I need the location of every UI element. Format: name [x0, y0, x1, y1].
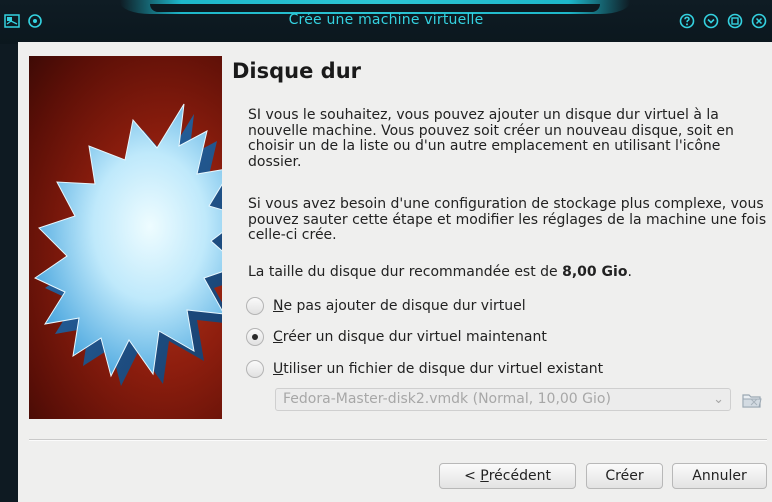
- recommended-size-text: La taille du disque dur recommandée est …: [248, 264, 632, 280]
- radio-label: Ne pas ajouter de disque dur virtuel: [273, 298, 526, 314]
- advanced-paragraph: Si vous avez besoin d'une configuration …: [248, 196, 767, 244]
- minimize-icon[interactable]: [703, 13, 719, 29]
- radio-label: Créer un disque dur virtuel maintenant: [273, 329, 547, 345]
- previous-button[interactable]: < Précédent: [439, 463, 576, 489]
- radio-label: Utiliser un fichier de disque dur virtue…: [273, 361, 604, 377]
- radio-button[interactable]: [246, 360, 264, 378]
- maximize-icon[interactable]: [727, 13, 743, 29]
- separator: [29, 439, 767, 441]
- chevron-down-icon: ⌄: [713, 392, 724, 407]
- radio-button[interactable]: [246, 297, 264, 315]
- wizard-dialog: Disque dur SI vous le souhaitez, vous po…: [0, 42, 772, 502]
- radio-use-existing[interactable]: Utiliser un fichier de disque dur virtue…: [246, 358, 603, 380]
- existing-disk-select[interactable]: Fedora-Master-disk2.vmdk (Normal, 10,00 …: [275, 388, 731, 411]
- radio-no-disk[interactable]: Ne pas ajouter de disque dur virtuel: [246, 295, 526, 317]
- page-heading: Disque dur: [232, 59, 362, 83]
- star-burst-image: [33, 103, 222, 386]
- title-bar: Crée une machine virtuelle: [0, 0, 772, 44]
- choose-disk-folder-button[interactable]: [741, 390, 763, 410]
- create-button[interactable]: Créer: [586, 463, 663, 489]
- cancel-button[interactable]: Annuler: [672, 463, 767, 489]
- help-icon[interactable]: [679, 13, 695, 29]
- folder-icon: [742, 394, 762, 408]
- window-title: Crée une machine virtuelle: [288, 12, 484, 28]
- wizard-artwork: [29, 56, 222, 419]
- existing-disk-value: Fedora-Master-disk2.vmdk (Normal, 10,00 …: [283, 391, 611, 407]
- radio-button-checked[interactable]: [246, 328, 264, 346]
- recommended-size-value: 8,00 Gio: [562, 264, 628, 280]
- radio-create-disk[interactable]: Créer un disque dur virtuel maintenant: [246, 326, 547, 348]
- close-icon[interactable]: [751, 13, 767, 29]
- intro-paragraph: SI vous le souhaitez, vous pouvez ajoute…: [248, 107, 734, 170]
